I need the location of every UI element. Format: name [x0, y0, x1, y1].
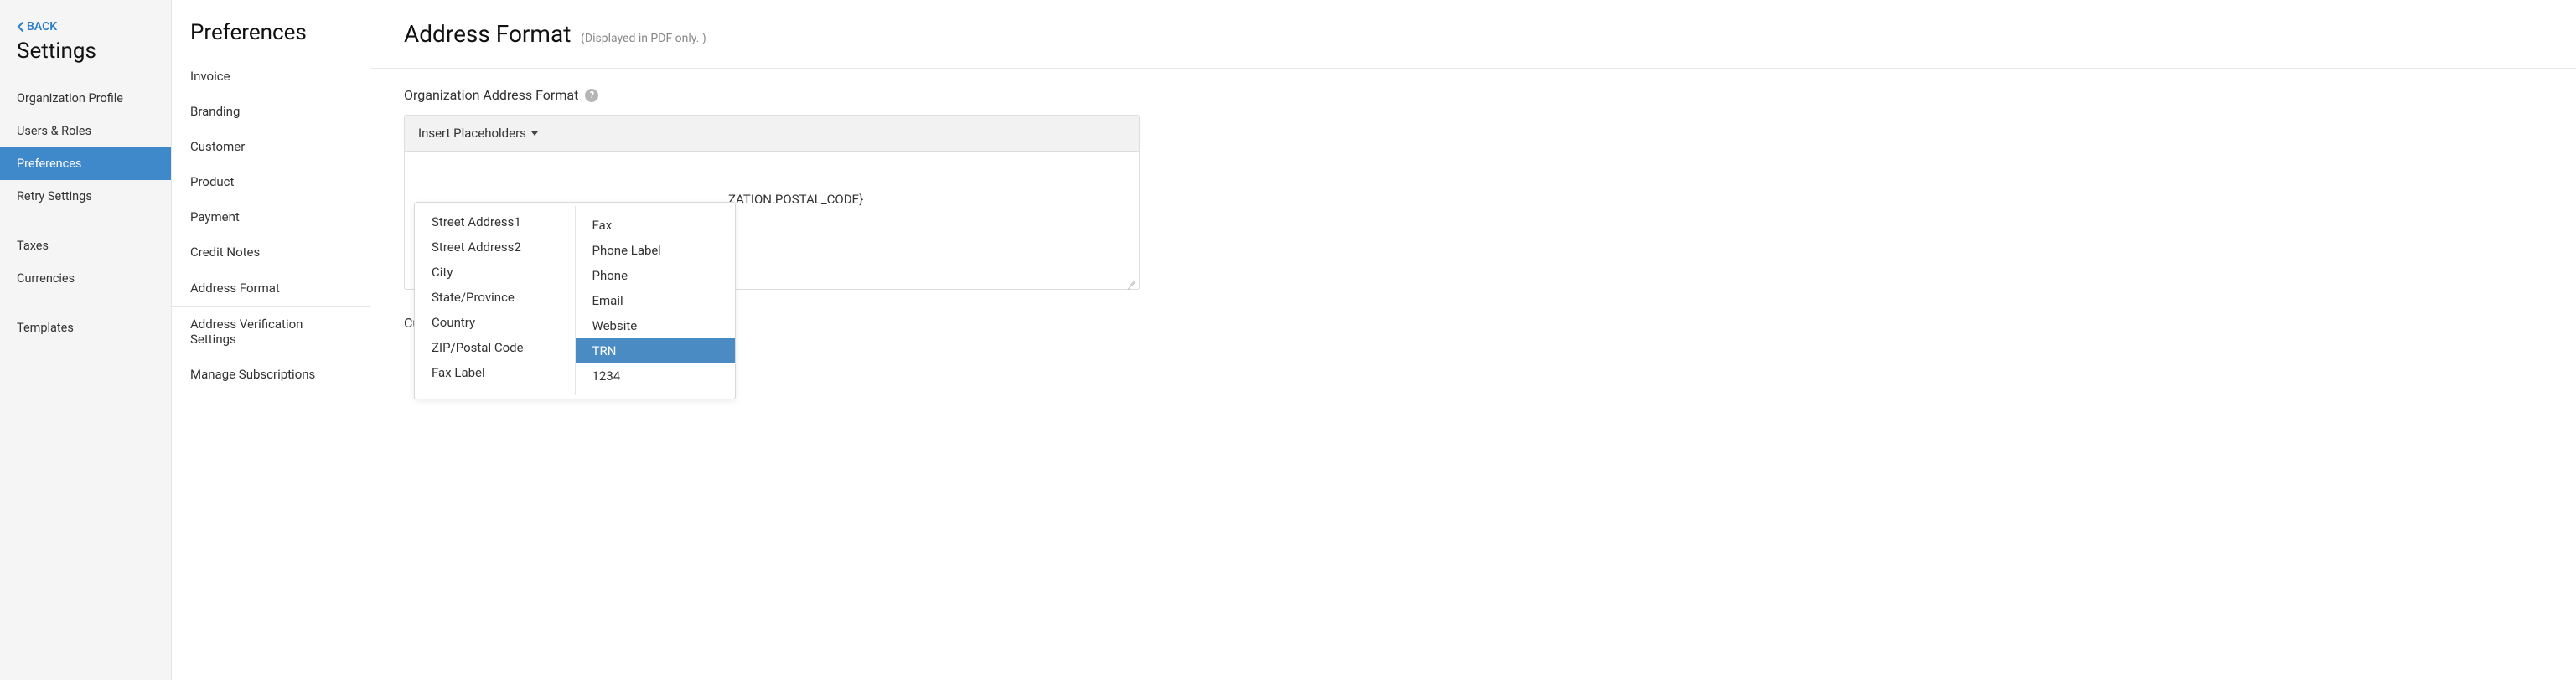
- main-content: Address Format (Displayed in PDF only. )…: [370, 0, 2576, 680]
- page-subtitle: (Displayed in PDF only. ): [581, 32, 706, 45]
- resize-handle-icon[interactable]: [1127, 277, 1137, 287]
- format-toolbar: Insert Placeholders: [405, 116, 1139, 152]
- insert-placeholders-dropdown[interactable]: Insert Placeholders: [418, 126, 538, 141]
- help-icon[interactable]: ?: [585, 89, 598, 102]
- preferences-nav-item[interactable]: Branding: [172, 94, 370, 129]
- back-link[interactable]: BACK: [0, 20, 171, 39]
- preferences-nav: InvoiceBrandingCustomerProductPaymentCre…: [172, 59, 370, 392]
- placeholder-option[interactable]: Email: [576, 288, 736, 313]
- placeholder-option[interactable]: Country: [415, 310, 575, 335]
- preferences-title: Preferences: [172, 20, 370, 59]
- settings-nav-item[interactable]: Currencies: [0, 262, 171, 295]
- back-label: BACK: [27, 20, 57, 33]
- placeholder-option[interactable]: 1234: [576, 363, 736, 389]
- main-header: Address Format (Displayed in PDF only. ): [370, 20, 2576, 69]
- dropdown-toggle-label: Insert Placeholders: [418, 126, 526, 141]
- preferences-nav-item[interactable]: Address Format: [172, 270, 370, 307]
- settings-title: Settings: [0, 39, 171, 82]
- settings-sidebar: BACK Settings Organization ProfileUsers …: [0, 0, 172, 680]
- settings-nav-item[interactable]: Preferences: [0, 147, 171, 180]
- placeholder-option[interactable]: Street Address1: [415, 209, 575, 234]
- preferences-nav-item[interactable]: Credit Notes: [172, 234, 370, 270]
- placeholder-option[interactable]: State/Province: [415, 285, 575, 310]
- settings-nav-item[interactable]: Templates: [0, 312, 171, 344]
- org-address-format-label: Organization Address Format ?: [404, 87, 2542, 103]
- preferences-nav-item[interactable]: Product: [172, 164, 370, 199]
- preferences-nav-item[interactable]: Invoice: [172, 59, 370, 94]
- placeholder-option[interactable]: City: [415, 260, 575, 285]
- settings-nav-item[interactable]: Users & Roles: [0, 115, 171, 147]
- preferences-nav-item[interactable]: Manage Subscriptions: [172, 357, 370, 392]
- caret-down-icon: [531, 131, 538, 136]
- settings-nav: Organization ProfileUsers & RolesPrefere…: [0, 82, 171, 344]
- placeholder-option[interactable]: ZIP/Postal Code: [415, 335, 575, 360]
- dropdown-col-1: Street Address1Street Address2CityState/…: [415, 203, 575, 399]
- placeholder-option[interactable]: TRN: [576, 338, 736, 363]
- placeholder-option[interactable]: Phone: [576, 263, 736, 288]
- settings-nav-item[interactable]: Retry Settings: [0, 180, 171, 213]
- chevron-left-icon: [17, 22, 25, 32]
- preferences-sidebar: Preferences InvoiceBrandingCustomerProdu…: [172, 0, 370, 680]
- preferences-nav-item[interactable]: Address Verification Settings: [172, 307, 370, 357]
- preferences-nav-item[interactable]: Payment: [172, 199, 370, 234]
- settings-nav-item[interactable]: Organization Profile: [0, 82, 171, 115]
- placeholder-option[interactable]: Website: [576, 313, 736, 338]
- settings-nav-item[interactable]: Taxes: [0, 229, 171, 262]
- section-label-text: Organization Address Format: [404, 87, 578, 103]
- placeholder-option[interactable]: Fax Label: [415, 360, 575, 385]
- main-body: Organization Address Format ? Insert Pla…: [370, 69, 2576, 331]
- page-title: Address Format: [404, 20, 571, 48]
- placeholder-dropdown-panel: Street Address1Street Address2CityState/…: [414, 202, 736, 399]
- placeholder-option[interactable]: Phone Label: [576, 238, 736, 263]
- dropdown-col-2: FaxPhone LabelPhoneEmailWebsiteTRN1234: [575, 206, 736, 395]
- preferences-nav-item[interactable]: Customer: [172, 129, 370, 164]
- placeholder-option[interactable]: Street Address2: [415, 234, 575, 260]
- placeholder-option[interactable]: Fax: [576, 213, 736, 238]
